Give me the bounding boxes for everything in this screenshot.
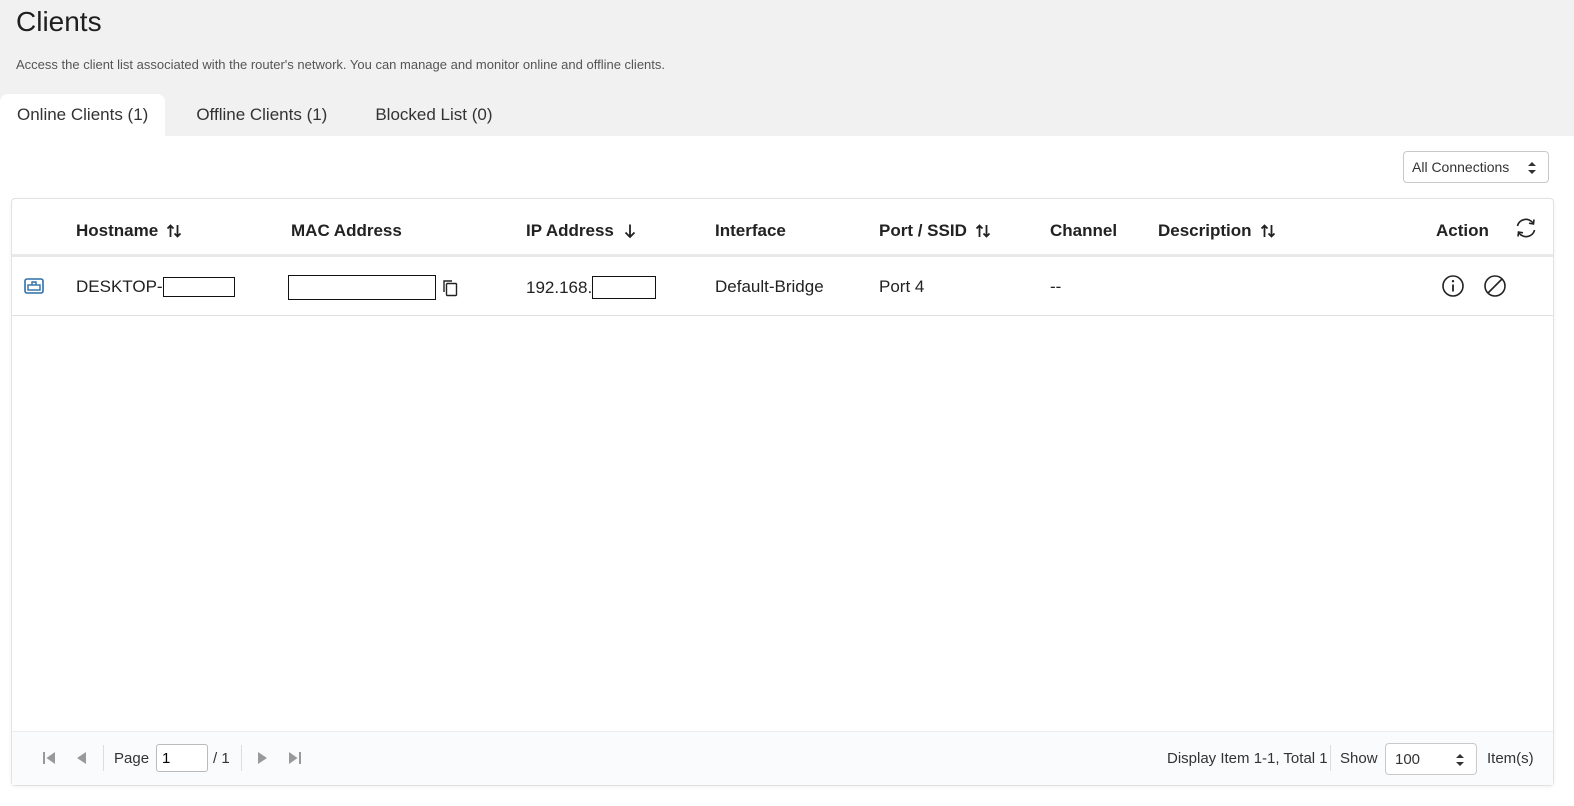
- table-footer: Page / 1 Display Item 1-1, Total 1 Show …: [12, 731, 1553, 785]
- items-label: Item(s): [1487, 750, 1534, 767]
- previous-page-icon[interactable]: [75, 751, 87, 765]
- column-description-label: Description: [1158, 221, 1252, 240]
- sort-both-icon: [167, 224, 182, 238]
- select-arrows-icon: [1528, 162, 1536, 174]
- tab-blocked-list[interactable]: Blocked List (0): [358, 94, 509, 136]
- info-icon[interactable]: [1441, 274, 1465, 298]
- cell-hostname: DESKTOP-: [76, 277, 235, 297]
- display-summary: Display Item 1-1, Total 1: [1167, 750, 1328, 767]
- ip-text: 192.168.: [526, 277, 593, 297]
- column-ip-address-label: IP Address: [526, 221, 614, 240]
- next-page-icon[interactable]: [257, 751, 269, 765]
- redacted-box: [288, 275, 436, 300]
- column-mac-address: MAC Address: [291, 221, 402, 240]
- tab-offline-clients[interactable]: Offline Clients (1): [179, 94, 344, 136]
- page-size-select[interactable]: 100: [1385, 743, 1477, 775]
- tab-bar: Online Clients (1) Offline Clients (1) B…: [0, 94, 524, 136]
- cell-port-ssid: Port 4: [879, 277, 925, 296]
- wired-device-icon: [24, 278, 44, 294]
- show-label: Show: [1340, 750, 1378, 767]
- divider: [241, 745, 242, 771]
- column-hostname[interactable]: Hostname: [76, 221, 182, 241]
- redacted-box: [162, 277, 235, 297]
- cell-mac-address: [288, 275, 459, 300]
- tab-online-clients[interactable]: Online Clients (1): [0, 94, 166, 136]
- divider: [103, 745, 104, 771]
- refresh-icon[interactable]: [1514, 217, 1538, 239]
- column-port-ssid[interactable]: Port / SSID: [879, 221, 991, 241]
- divider: [1330, 745, 1331, 771]
- page-size-value: 100: [1395, 750, 1421, 768]
- last-page-icon[interactable]: [288, 751, 302, 765]
- column-description[interactable]: Description: [1158, 221, 1276, 241]
- column-port-ssid-label: Port / SSID: [879, 221, 967, 240]
- page-label: Page: [114, 750, 150, 767]
- clients-table: Hostname MAC Address IP Address Interfac…: [11, 198, 1554, 786]
- column-hostname-label: Hostname: [76, 221, 159, 240]
- page-description: Access the client list associated with t…: [16, 57, 666, 72]
- table-row[interactable]: DESKTOP- 192.168. Default-Bridge Port 4 …: [12, 258, 1553, 316]
- column-channel: Channel: [1050, 221, 1118, 240]
- page-number-input[interactable]: [156, 744, 208, 772]
- cell-channel: --: [1050, 277, 1062, 296]
- connection-filter-value: All Connections: [1412, 159, 1510, 175]
- cell-interface: Default-Bridge: [715, 277, 824, 296]
- sort-both-icon: [1260, 224, 1275, 238]
- copy-icon[interactable]: [441, 279, 459, 297]
- table-header: Hostname MAC Address IP Address Interfac…: [12, 199, 1553, 257]
- page-title: Clients: [16, 6, 102, 37]
- block-icon[interactable]: [1483, 274, 1507, 298]
- page-total: / 1: [213, 750, 230, 767]
- column-action: Action: [1436, 221, 1489, 240]
- column-interface: Interface: [715, 221, 786, 240]
- sort-descending-icon: [624, 224, 636, 239]
- sort-both-icon: [975, 224, 990, 238]
- clients-panel: All Connections Hostname MAC Address IP …: [0, 136, 1574, 806]
- connection-filter-select[interactable]: All Connections: [1403, 151, 1549, 183]
- cell-ip-address: 192.168.: [526, 276, 657, 299]
- redacted-box: [592, 276, 657, 299]
- select-arrows-icon: [1456, 754, 1464, 766]
- first-page-icon[interactable]: [42, 751, 56, 765]
- column-ip-address[interactable]: IP Address: [526, 221, 638, 241]
- hostname-text: DESKTOP-: [76, 277, 163, 296]
